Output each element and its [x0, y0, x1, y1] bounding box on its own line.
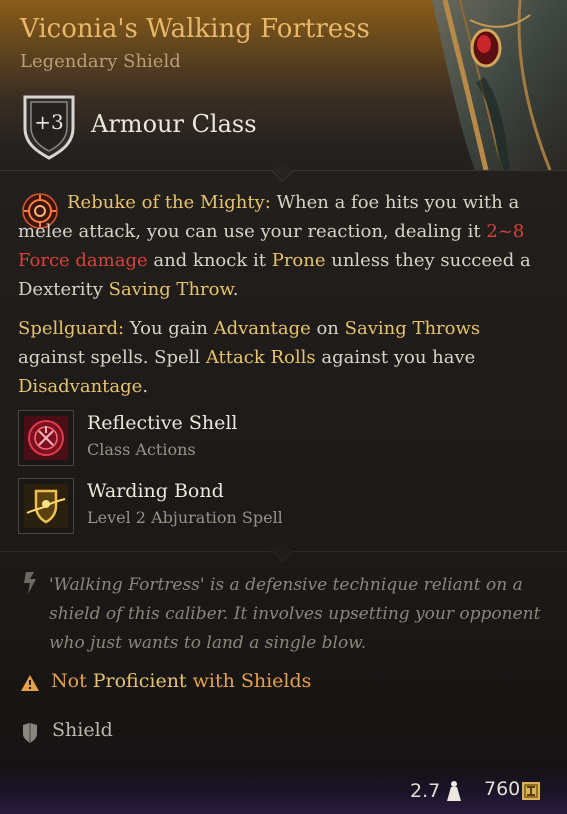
action-icon-frame [18, 410, 74, 466]
warning-proficient[interactable]: Proficient [93, 670, 187, 692]
spellguard-name: Spellguard: [18, 318, 125, 339]
shield-artwork-icon [432, 0, 567, 170]
proficiency-warning: Not Proficient with Shields [51, 670, 311, 692]
gold-coin-icon [522, 782, 540, 800]
action-icon-frame [18, 478, 74, 534]
action-subtitle: Class Actions [87, 440, 196, 459]
armour-class-label: Armour Class [91, 110, 257, 138]
item-weight: 2.7 [410, 780, 441, 802]
warning-text-1: Not [51, 670, 93, 692]
item-tooltip: Viconia's Walking Fortress Legendary Shi… [0, 0, 567, 814]
quill-icon [24, 572, 36, 594]
item-price: 760 [484, 778, 521, 800]
tooltip-header: Viconia's Walking Fortress Legendary Shi… [0, 0, 567, 171]
action-reflective-shell[interactable]: Reflective Shell Class Actions [18, 410, 538, 468]
weight-icon [447, 781, 461, 801]
rebuke-text-2: and knock it [147, 250, 272, 271]
armour-class-value: +3 [34, 110, 64, 134]
spellguard-advantage[interactable]: Advantage [214, 318, 311, 339]
spellguard-text-3: against spells. Spell [18, 347, 206, 368]
action-name: Reflective Shell [87, 412, 238, 434]
action-name: Warding Bond [87, 480, 224, 502]
warning-icon [21, 675, 39, 691]
item-lore: 'Walking Fortress' is a defensive techni… [49, 575, 541, 653]
action-warding-bond[interactable]: Warding Bond Level 2 Abjuration Spell [18, 478, 538, 536]
rebuke-prone[interactable]: Prone [272, 250, 326, 271]
spellguard-text-2: on [310, 318, 345, 339]
warning-text-2: with Shields [186, 670, 312, 692]
rebuke-saving-throw[interactable]: Saving Throw [109, 279, 233, 300]
tooltip-footer [0, 762, 567, 814]
armour-class-badge: +3 [20, 94, 78, 160]
spellguard-disadvantage[interactable]: Disadvantage [18, 376, 142, 397]
action-subtitle: Level 2 Abjuration Spell [87, 508, 283, 527]
item-rarity-type: Legendary Shield [20, 51, 181, 72]
spellguard-text-5: . [142, 376, 149, 397]
spellguard-text-1: You gain [124, 318, 214, 339]
passive-rebuke-of-the-mighty: Rebuke of the Mighty: When a foe hits yo… [18, 188, 545, 304]
passive-spellguard: Spellguard: You gain Advantage on Saving… [18, 314, 545, 401]
reflective-shell-icon [24, 416, 68, 460]
warding-bond-icon [24, 484, 68, 528]
rebuke-text-4: . [232, 279, 239, 300]
spellguard-attack-rolls[interactable]: Attack Rolls [206, 347, 316, 368]
item-name: Viconia's Walking Fortress [20, 14, 370, 44]
item-category: Shield [52, 719, 113, 741]
rebuke-name: Rebuke of the Mighty: [67, 192, 271, 213]
spellguard-text-4: against you have [315, 347, 476, 368]
shield-category-icon [23, 723, 37, 743]
spellguard-saving-throws[interactable]: Saving Throws [345, 318, 481, 339]
